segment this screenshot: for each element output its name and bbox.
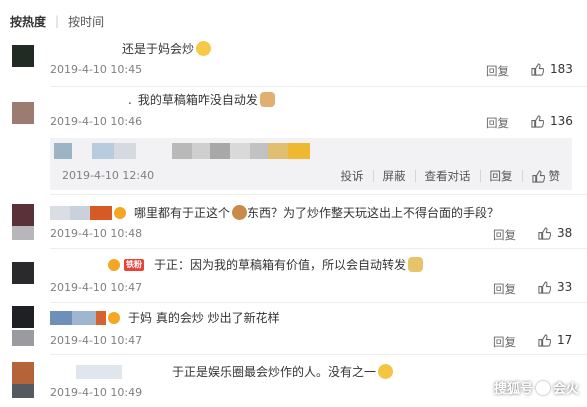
reply-button[interactable]: 回复 xyxy=(486,63,509,79)
fans-badge: 铁粉 xyxy=(124,258,144,271)
laugh-emoji-icon xyxy=(378,364,394,379)
report-button[interactable]: 投诉 xyxy=(341,168,364,184)
thumbs-up-icon xyxy=(538,333,551,347)
like-button[interactable]: 183 xyxy=(531,62,573,76)
redacted-username-mosaic xyxy=(96,310,106,325)
avatar[interactable] xyxy=(12,306,34,328)
redacted-username-mosaic xyxy=(50,364,76,379)
comment-item: . 我的草稿箱咋没自动发 2019-4-10 10:46 回复 136 xyxy=(0,88,587,138)
comment-text: 于正是娱乐圈最会炒作的人。没有之一 xyxy=(50,363,394,380)
comment-text: 还是于妈会炒 xyxy=(122,40,212,57)
redacted-username-mosaic xyxy=(54,143,310,159)
sort-divider: | xyxy=(55,14,60,28)
comment-time: 2019-4-10 10:46 xyxy=(50,115,143,128)
dog-emoji-icon xyxy=(232,205,248,220)
thumbs-up-icon xyxy=(531,62,544,76)
smiley-emoji-icon xyxy=(196,41,212,56)
like-count: 183 xyxy=(550,62,573,76)
redacted-username-mosaic xyxy=(50,257,106,272)
comment-time: 2019-4-10 10:47 xyxy=(50,334,143,347)
action-separator xyxy=(414,170,416,182)
redacted-username-mosaic xyxy=(70,205,90,220)
block-button[interactable]: 屏蔽 xyxy=(383,168,406,184)
sort-bar: 按热度 | 按时间 xyxy=(10,12,104,30)
avatar-secondary xyxy=(12,330,34,346)
comment-text: 哪里都有于正这个 东西？为了炒作整天玩这出上不得台面的手段？ xyxy=(50,204,499,221)
comment-item: 哪里都有于正这个 东西？为了炒作整天玩这出上不得台面的手段？ 2019-4-10… xyxy=(0,198,587,249)
redacted-username-mosaic xyxy=(122,364,172,379)
comment-time: 2019-4-10 10:45 xyxy=(50,63,143,76)
sort-by-hot-tab[interactable]: 按热度 xyxy=(10,13,46,30)
thumbs-up-icon xyxy=(538,280,551,294)
redacted-username-mosaic xyxy=(72,310,96,325)
action-separator xyxy=(479,170,481,182)
like-button[interactable]: 38 xyxy=(538,226,572,240)
like-count: 136 xyxy=(550,114,573,128)
comment-time: 2019-4-10 10:47 xyxy=(50,281,143,294)
avatar[interactable] xyxy=(12,362,34,384)
like-count: 33 xyxy=(557,280,573,294)
vip-badge-icon xyxy=(114,206,126,219)
view-conversation-button[interactable]: 查看对话 xyxy=(425,168,471,184)
redacted-username-mosaic xyxy=(50,205,70,220)
comment-text: 铁粉 于正：因为我的草稿箱有价值，所以会自动转发 xyxy=(50,256,424,273)
thumbs-up-icon xyxy=(531,114,544,128)
comment-text: 于妈 真的会炒 炒出了新花样 xyxy=(50,309,280,326)
sub-reply-time: 2019-4-10 12:40 xyxy=(62,169,155,182)
comment-item: 铁粉 于正：因为我的草稿箱有价值，所以会自动转发 2019-4-10 10:47… xyxy=(0,252,587,304)
redacted-username-mosaic xyxy=(76,364,122,379)
like-button[interactable]: 赞 xyxy=(531,168,561,184)
comment-item: 还是于妈会炒 2019-4-10 10:45 回复 183 xyxy=(0,38,587,88)
avatar[interactable] xyxy=(12,102,34,124)
avatar[interactable] xyxy=(12,204,34,226)
divider xyxy=(50,86,587,87)
divider xyxy=(50,194,587,195)
like-button[interactable]: 136 xyxy=(531,114,573,128)
reply-button[interactable]: 回复 xyxy=(493,281,516,297)
avatar[interactable] xyxy=(12,262,34,284)
like-label: 赞 xyxy=(548,169,561,183)
divider xyxy=(50,354,587,355)
sub-reply-box: 2019-4-10 12:40 投诉 屏蔽 查看对话 回复 赞 xyxy=(50,138,572,190)
cat-emoji-icon xyxy=(259,92,275,107)
comment-text: . 我的草稿箱咋没自动发 xyxy=(128,91,275,108)
sub-reply-actions: 投诉 屏蔽 查看对话 回复 赞 xyxy=(341,168,561,184)
like-count: 17 xyxy=(557,333,573,347)
redacted-username-mosaic xyxy=(90,205,112,220)
action-separator xyxy=(372,170,374,182)
comment-time: 2019-4-10 10:48 xyxy=(50,227,143,240)
comment-time: 2019-4-10 10:49 xyxy=(50,386,143,399)
redacted-username-mosaic xyxy=(50,310,72,325)
divider xyxy=(50,302,587,303)
sohu-logo-icon xyxy=(535,380,550,395)
like-button[interactable]: 17 xyxy=(538,333,572,347)
reply-button[interactable]: 回复 xyxy=(490,168,513,184)
username-redacted: . xyxy=(128,92,132,107)
action-separator xyxy=(521,170,523,182)
thumbs-up-icon xyxy=(531,169,545,183)
like-button[interactable]: 33 xyxy=(538,280,572,294)
avatar-secondary xyxy=(12,226,34,240)
sohu-watermark: 搜狐号 会火 xyxy=(493,380,579,397)
vip-badge-icon xyxy=(108,311,120,324)
thumbs-up-icon xyxy=(538,226,551,240)
comment-item: 于妈 真的会炒 炒出了新花样 2019-4-10 10:47 回复 17 xyxy=(0,304,587,356)
like-count: 38 xyxy=(557,226,573,240)
avatar[interactable] xyxy=(12,45,34,67)
vip-badge-icon xyxy=(108,258,120,271)
reply-button[interactable]: 回复 xyxy=(486,115,509,131)
reply-button[interactable]: 回复 xyxy=(493,334,516,350)
doge-emoji-icon xyxy=(408,257,424,272)
divider xyxy=(50,248,587,249)
sort-by-time-tab[interactable]: 按时间 xyxy=(68,13,104,30)
reply-button[interactable]: 回复 xyxy=(493,227,516,243)
avatar-secondary xyxy=(12,384,34,398)
